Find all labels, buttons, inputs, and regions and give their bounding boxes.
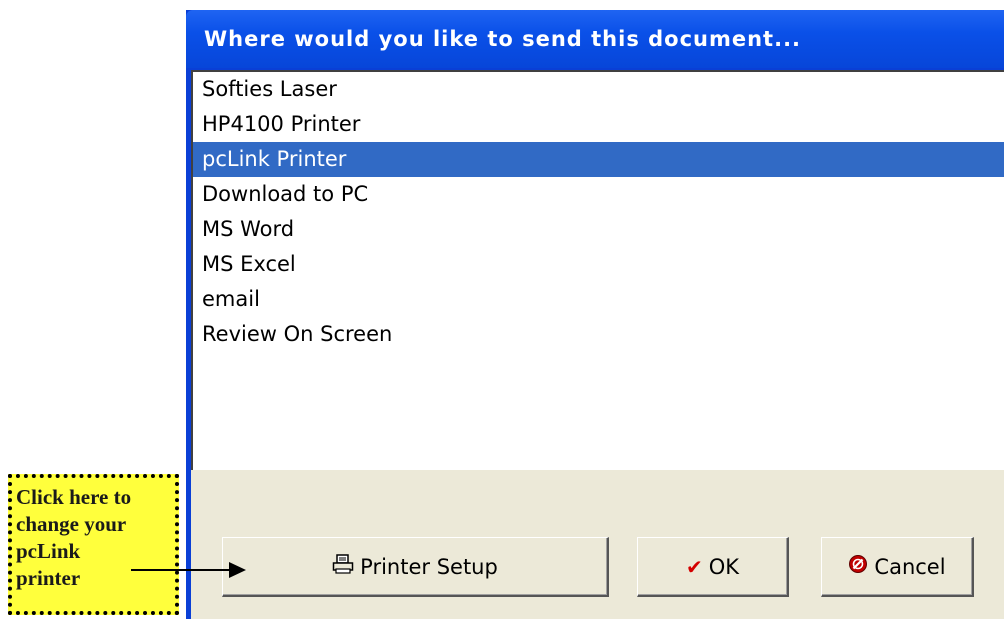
- list-item-pclink-printer[interactable]: pcLink Printer: [193, 142, 1004, 177]
- printer-icon: [332, 554, 354, 579]
- callout-line: Click here to: [16, 485, 132, 509]
- list-item-ms-excel[interactable]: MS Excel: [193, 247, 1004, 282]
- cancel-label: Cancel: [874, 554, 946, 579]
- list-item-ms-word[interactable]: MS Word: [193, 212, 1004, 247]
- callout-line: pcLink: [16, 539, 81, 563]
- printer-setup-button[interactable]: Printer Setup: [222, 537, 609, 597]
- callout-arrow: [131, 569, 231, 571]
- cancel-button[interactable]: Cancel: [821, 537, 974, 597]
- ok-button[interactable]: ✔ OK: [637, 537, 789, 597]
- printer-setup-label: Printer Setup: [360, 554, 498, 579]
- cancel-icon: [848, 554, 868, 579]
- button-panel: Printer Setup ✔ OK Cancel: [191, 470, 1004, 619]
- title-bar[interactable]: Where would you like to send this docume…: [186, 10, 1004, 68]
- dialog-title: Where would you like to send this docume…: [204, 27, 802, 51]
- checkmark-icon: ✔: [685, 554, 703, 579]
- list-item-download-to-pc[interactable]: Download to PC: [193, 177, 1004, 212]
- list-item-softies-laser[interactable]: Softies Laser: [193, 72, 1004, 107]
- callout-arrowhead: [229, 562, 246, 578]
- ok-label: OK: [708, 554, 740, 579]
- list-item-hp4100-printer[interactable]: HP4100 Printer: [193, 107, 1004, 142]
- list-item-email[interactable]: email: [193, 282, 1004, 317]
- callout-line: change your: [16, 512, 127, 536]
- list-item-review-on-screen[interactable]: Review On Screen: [193, 317, 1004, 352]
- annotation-callout: Click here to change your pcLink printer: [8, 474, 179, 615]
- send-document-dialog: Where would you like to send this docume…: [186, 10, 1004, 619]
- destination-list[interactable]: Softies Laser HP4100 Printer pcLink Prin…: [191, 70, 1004, 470]
